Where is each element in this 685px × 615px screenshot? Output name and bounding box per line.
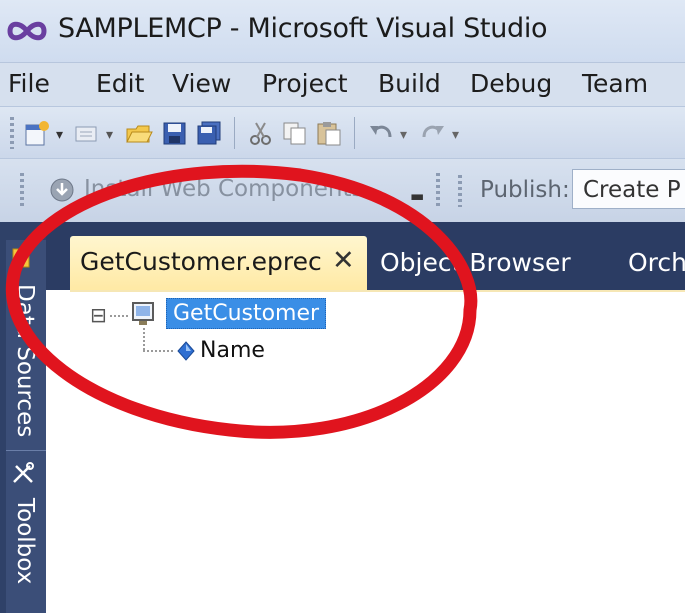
red-annotation-ellipse xyxy=(5,164,478,439)
